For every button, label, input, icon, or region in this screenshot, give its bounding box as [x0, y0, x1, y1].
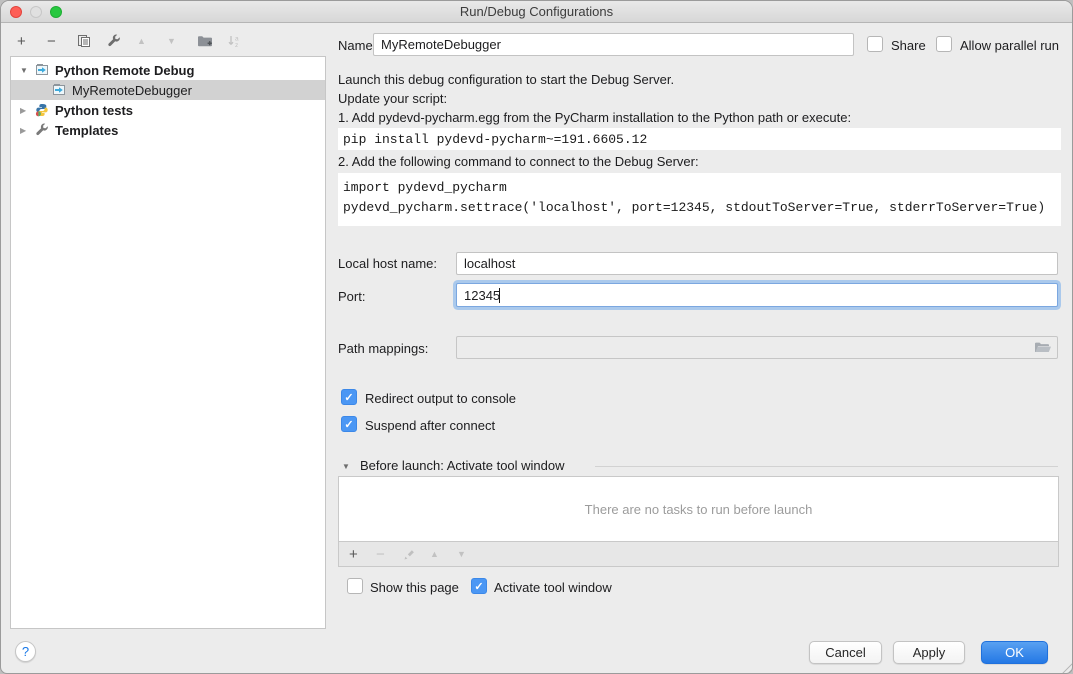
collapsed-arrow-icon[interactable]: ▶ [20, 126, 33, 135]
path-mappings-label: Path mappings: [338, 341, 428, 357]
edit-defaults-button[interactable] [107, 34, 137, 48]
show-this-page-label: Show this page [370, 580, 459, 596]
svg-text:z: z [235, 42, 238, 48]
cancel-button[interactable]: Cancel [809, 641, 882, 664]
up-triangle-icon: ▲ [430, 549, 439, 559]
name-input[interactable] [373, 33, 854, 56]
update-script-text: Update your script: [338, 91, 447, 107]
move-up-button: ▲ [137, 36, 167, 46]
share-label: Share [891, 38, 926, 54]
remove-configuration-button[interactable]: − [47, 33, 77, 50]
step2-text: 2. Add the following command to connect … [338, 154, 699, 170]
tree-item-label: Python Remote Debug [55, 63, 194, 78]
allow-parallel-run-checkbox[interactable] [936, 36, 952, 52]
copy-configuration-button[interactable] [77, 34, 107, 48]
remote-debug-config-icon [52, 83, 68, 97]
move-task-up-button: ▲ [430, 549, 457, 559]
help-button[interactable]: ? [15, 641, 36, 662]
tree-item-myremotedebugger[interactable]: MyRemoteDebugger [11, 80, 325, 100]
settrace-code-block: import pydevd_pycharm pydevd_pycharm.set… [338, 173, 1061, 226]
text-caret [499, 288, 500, 303]
suspend-after-connect-checkbox[interactable]: ✓ [341, 416, 357, 432]
zoom-window-button[interactable] [50, 6, 62, 18]
code-line-2: pydevd_pycharm.settrace('localhost', por… [343, 198, 1056, 218]
before-launch-title: Before launch: Activate tool window [360, 458, 565, 474]
create-folder-button[interactable] [197, 34, 227, 48]
path-mappings-field[interactable] [456, 336, 1058, 359]
tree-item-label: Templates [55, 123, 118, 138]
tree-item-templates[interactable]: ▶ Templates [11, 120, 325, 140]
activate-tool-window-label: Activate tool window [494, 580, 612, 596]
step1-text: 1. Add pydevd-pycharm.egg from the PyCha… [338, 110, 851, 126]
add-task-button[interactable]: + [349, 546, 376, 563]
before-launch-tasks-list[interactable]: There are no tasks to run before launch [338, 476, 1059, 542]
help-icon: ? [22, 644, 29, 659]
pencil-icon [403, 548, 416, 561]
sort-alphabetically-icon: a z [227, 34, 241, 48]
window-controls [10, 6, 62, 18]
configurations-tree: ▼ Python Remote Debug [10, 56, 326, 629]
check-icon: ✓ [344, 418, 353, 431]
add-configuration-button[interactable]: + [17, 33, 47, 50]
tree-item-python-remote-debug[interactable]: ▼ Python Remote Debug [11, 60, 325, 80]
title-bar: Run/Debug Configurations [1, 1, 1072, 23]
close-window-button[interactable] [10, 6, 22, 18]
section-separator [595, 466, 1058, 467]
share-checkbox[interactable] [867, 36, 883, 52]
remove-task-button: − [376, 546, 403, 563]
remote-debug-config-icon [35, 63, 51, 77]
run-debug-configurations-dialog: Run/Debug Configurations + − ▲ ▼ [0, 0, 1073, 674]
name-label: Name: [338, 38, 376, 54]
tree-item-label: MyRemoteDebugger [72, 83, 192, 98]
sort-configurations-button: a z [227, 34, 257, 48]
suspend-after-connect-label: Suspend after connect [365, 418, 495, 434]
collapsed-arrow-icon[interactable]: ▶ [20, 106, 33, 115]
check-icon: ✓ [344, 391, 353, 404]
copy-icon [77, 34, 91, 48]
check-icon: ✓ [474, 580, 483, 593]
local-host-name-input[interactable] [456, 252, 1058, 275]
show-this-page-checkbox[interactable] [347, 578, 363, 594]
port-label: Port: [338, 289, 365, 305]
edit-task-button [403, 548, 430, 561]
ok-button[interactable]: OK [981, 641, 1048, 664]
minimize-window-button [30, 6, 42, 18]
templates-wrench-icon [35, 123, 51, 137]
redirect-output-label: Redirect output to console [365, 391, 516, 407]
intro-text: Launch this debug configuration to start… [338, 72, 674, 88]
open-folder-icon [1034, 341, 1052, 354]
python-tests-icon [35, 103, 51, 117]
activate-tool-window-checkbox[interactable]: ✓ [471, 578, 487, 594]
tree-item-python-tests[interactable]: ▶ Python tests [11, 100, 325, 120]
dialog-body: + − ▲ ▼ [1, 23, 1072, 673]
up-triangle-icon: ▲ [137, 36, 146, 46]
down-triangle-icon: ▼ [457, 549, 466, 559]
redirect-output-checkbox[interactable]: ✓ [341, 389, 357, 405]
allow-parallel-run-label: Allow parallel run [960, 38, 1059, 54]
pip-install-command: pip install pydevd-pycharm~=191.6605.12 [338, 128, 1061, 150]
local-host-name-label: Local host name: [338, 256, 437, 272]
tree-item-label: Python tests [55, 103, 133, 118]
empty-tasks-message: There are no tasks to run before launch [585, 502, 813, 517]
collapse-section-arrow-icon[interactable]: ▼ [342, 462, 350, 471]
wrench-icon [107, 34, 121, 48]
move-down-button: ▼ [167, 36, 197, 46]
down-triangle-icon: ▼ [167, 36, 176, 46]
port-input[interactable] [456, 283, 1058, 307]
window-title: Run/Debug Configurations [460, 4, 613, 19]
code-line-1: import pydevd_pycharm [343, 178, 1056, 198]
apply-button[interactable]: Apply [893, 641, 965, 664]
configurations-toolbar: + − ▲ ▼ [17, 31, 257, 51]
tasks-toolbar: + − ▲ ▼ [338, 542, 1059, 567]
move-task-down-button: ▼ [457, 549, 484, 559]
resize-grip[interactable] [1060, 661, 1072, 673]
new-folder-icon [197, 34, 213, 48]
expanded-arrow-icon[interactable]: ▼ [20, 66, 33, 75]
